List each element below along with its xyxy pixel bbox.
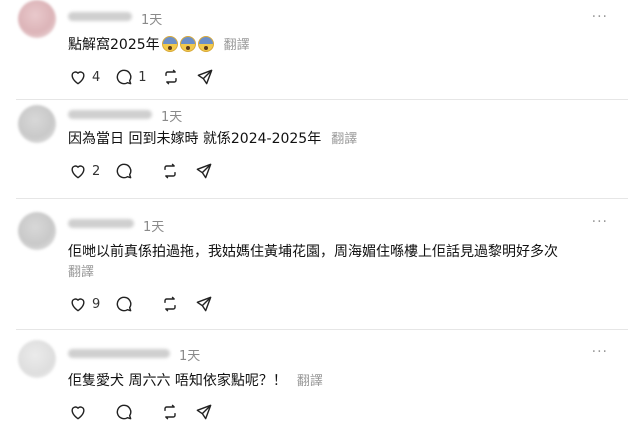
comment-icon <box>116 163 132 179</box>
reply-button[interactable]: 1 <box>114 67 147 87</box>
reply-button[interactable] <box>114 402 146 422</box>
fearful-face-emoji <box>197 36 214 52</box>
more-options-button[interactable]: ··· <box>592 9 608 25</box>
reply-button[interactable] <box>114 161 146 181</box>
post-time: 1天 <box>179 349 201 364</box>
like-button[interactable]: 4 <box>68 67 100 87</box>
send-icon <box>196 296 212 312</box>
repost-icon <box>164 69 177 85</box>
repost-icon <box>164 404 176 420</box>
translate-link[interactable]: 翻譯 <box>331 132 357 147</box>
fearful-face-emoji <box>179 36 196 52</box>
divider <box>16 99 628 100</box>
avatar[interactable] <box>18 0 56 38</box>
repost-button[interactable] <box>160 294 180 314</box>
reply-button[interactable] <box>114 294 146 314</box>
like-count: 4 <box>92 69 101 85</box>
avatar[interactable] <box>18 212 56 250</box>
heart-icon <box>71 71 85 85</box>
share-button[interactable] <box>194 161 214 181</box>
username-blurred[interactable] <box>68 12 132 21</box>
username-blurred[interactable] <box>68 219 134 228</box>
post-time: 1天 <box>143 220 165 235</box>
share-button[interactable] <box>194 294 214 314</box>
translate-link[interactable]: 翻譯 <box>224 38 250 53</box>
username-blurred[interactable] <box>68 110 152 119</box>
post-text-content: 因為當日 回到未嫁時 就係2024-2025年 <box>68 131 322 147</box>
repost-button[interactable] <box>160 402 180 422</box>
post-time: 1天 <box>161 110 183 125</box>
translate-link[interactable]: 翻譯 <box>68 261 94 280</box>
repost-button[interactable] <box>160 161 180 181</box>
heart-icon <box>71 298 85 312</box>
repost-button[interactable] <box>161 67 181 87</box>
send-icon <box>196 404 212 420</box>
comment-icon <box>116 69 132 85</box>
more-options-button[interactable]: ··· <box>592 344 608 360</box>
repost-icon <box>164 296 176 312</box>
username-blurred[interactable] <box>68 349 170 358</box>
comment-icon <box>116 404 132 420</box>
heart-icon <box>71 406 85 420</box>
post-text-content: 點解窩2025年 <box>68 37 160 53</box>
comment-icon <box>116 296 132 312</box>
post-text: 佢隻愛犬 周六六 唔知依家點呢？！ 翻譯 <box>68 370 323 390</box>
divider <box>16 198 628 199</box>
like-count: 2 <box>92 163 101 179</box>
action-bar: 2 <box>68 161 228 181</box>
post-time: 1天 <box>141 13 163 28</box>
share-button[interactable] <box>194 402 214 422</box>
post-text: 點解窩2025年 翻譯 <box>68 34 250 54</box>
avatar[interactable] <box>18 105 56 143</box>
action-bar <box>68 402 228 422</box>
post-text-content: 佢哋以前真係拍過拖，我姑媽住黃埔花園，周海媚住喺樓上佢話見過黎明好多次 <box>68 244 558 260</box>
like-button[interactable]: 9 <box>68 294 100 314</box>
avatar[interactable] <box>18 340 56 378</box>
repost-icon <box>164 163 176 179</box>
send-icon <box>197 69 212 85</box>
send-icon <box>196 163 212 179</box>
translate-link[interactable]: 翻譯 <box>297 374 323 389</box>
reply-count: 1 <box>138 69 147 85</box>
post-text-content: 佢隻愛犬 周六六 唔知依家點呢？！ <box>68 373 287 389</box>
action-bar: 9 <box>68 294 228 314</box>
post-text: 因為當日 回到未嫁時 就係2024-2025年 翻譯 <box>68 128 357 148</box>
divider <box>16 329 628 330</box>
heart-icon <box>71 165 85 179</box>
like-button[interactable] <box>68 402 100 422</box>
action-bar: 4 1 <box>68 67 229 87</box>
post-text: 佢哋以前真係拍過拖，我姑媽住黃埔花園，周海媚住喺樓上佢話見過黎明好多次 <box>68 241 558 261</box>
like-count: 9 <box>92 296 101 312</box>
share-button[interactable] <box>195 67 215 87</box>
fearful-face-emoji <box>161 36 178 52</box>
like-button[interactable]: 2 <box>68 161 100 181</box>
more-options-button[interactable]: ··· <box>592 214 608 230</box>
